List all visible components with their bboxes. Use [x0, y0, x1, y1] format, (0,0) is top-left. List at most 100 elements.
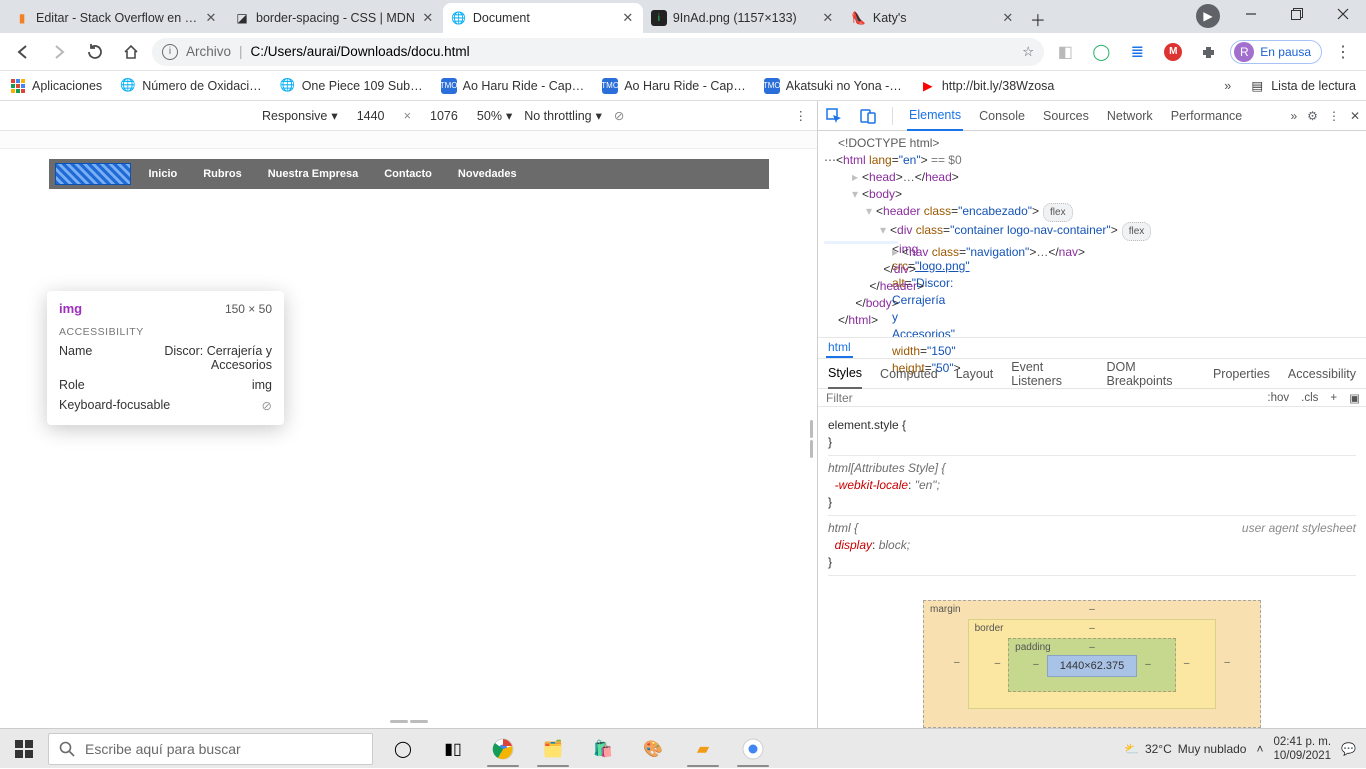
flex-badge[interactable]: flex: [1043, 203, 1073, 222]
info-icon[interactable]: i: [162, 44, 178, 60]
device-mode-icon[interactable]: [858, 106, 878, 126]
maximize-button[interactable]: [1274, 0, 1320, 28]
close-icon[interactable]: ✕: [1001, 11, 1015, 25]
resize-handle-vertical[interactable]: [805, 418, 817, 460]
tab-stackoverflow[interactable]: ▮ Editar - Stack Overflow en esp ✕: [6, 3, 226, 33]
bm-content[interactable]: 1440×62.375: [1047, 655, 1138, 677]
url-bar[interactable]: i Archivo | C:/Users/aurai/Downloads/doc…: [152, 38, 1044, 66]
height-input[interactable]: [423, 107, 465, 125]
stab-a11y[interactable]: Accessibility: [1288, 367, 1356, 381]
media-control-icon[interactable]: ▶: [1196, 4, 1220, 28]
bookmark-item[interactable]: 🌐Número de Oxidaci…: [120, 78, 262, 94]
close-icon[interactable]: ✕: [204, 11, 218, 25]
bookmark-item[interactable]: ▶http://bit.ly/38Wzosa: [920, 78, 1055, 94]
notifications-icon[interactable]: 💬: [1341, 742, 1356, 756]
bm-label: padding: [1015, 642, 1051, 653]
nav-link[interactable]: Nuestra Empresa: [268, 168, 359, 180]
ext-icon-2[interactable]: ◯: [1086, 37, 1116, 67]
menu-button[interactable]: ⋮: [1328, 37, 1358, 67]
new-tab-button[interactable]: ＋: [1023, 5, 1053, 33]
cortana-icon[interactable]: ▮▯: [431, 729, 475, 769]
chrome-icon[interactable]: [481, 729, 525, 769]
star-icon[interactable]: ☆: [1022, 44, 1034, 60]
crumb-html[interactable]: html: [826, 338, 853, 358]
close-devtools-icon[interactable]: ✕: [1350, 109, 1360, 123]
tray-chevron-icon[interactable]: ˄: [1256, 742, 1263, 756]
tab-katys[interactable]: 👠 Katy's ✕: [843, 3, 1023, 33]
nav-link[interactable]: Contacto: [384, 168, 432, 180]
rotate-icon[interactable]: ⊘: [614, 108, 624, 123]
close-icon[interactable]: ✕: [421, 11, 435, 25]
task-view-icon[interactable]: ◯: [381, 729, 425, 769]
breadcrumb: html: [818, 337, 1366, 359]
filter-input[interactable]: [818, 391, 1261, 405]
close-window-button[interactable]: [1320, 0, 1366, 28]
bookmark-item[interactable]: TMOAo Haru Ride - Cap…: [441, 78, 585, 94]
nav-link[interactable]: Rubros: [203, 168, 242, 180]
extensions-icon[interactable]: [1194, 37, 1224, 67]
tab-console[interactable]: Console: [977, 101, 1027, 131]
stab-properties[interactable]: Properties: [1213, 367, 1270, 381]
bookmark-item[interactable]: 🌐One Piece 109 Sub…: [280, 78, 423, 94]
inspect-icon[interactable]: [824, 106, 844, 126]
explorer-icon[interactable]: 🗂️: [531, 729, 575, 769]
reading-list[interactable]: ▤Lista de lectura: [1249, 78, 1356, 94]
profile-badge[interactable]: R En pausa: [1230, 40, 1322, 64]
more-tabs-icon[interactable]: »: [1290, 109, 1297, 123]
stab-layout[interactable]: Layout: [956, 367, 994, 381]
nav-link[interactable]: Inicio: [149, 168, 178, 180]
cls-button[interactable]: .cls: [1295, 392, 1324, 404]
ext-icon-4[interactable]: M: [1158, 37, 1188, 67]
zoom-select[interactable]: 50% ▾: [477, 108, 512, 123]
stab-listeners[interactable]: Event Listeners: [1011, 360, 1088, 388]
kebab-icon[interactable]: ⋮: [1328, 109, 1340, 123]
home-button[interactable]: [116, 37, 146, 67]
tab-sources[interactable]: Sources: [1041, 101, 1091, 131]
tab-imgur[interactable]: i 9InAd.png (1157×133) ✕: [643, 3, 843, 33]
device-kebab[interactable]: ⋮: [795, 108, 808, 123]
flex-badge[interactable]: flex: [1122, 222, 1152, 241]
css-rules[interactable]: element.style { } html[Attributes Style]…: [818, 407, 1366, 582]
bm-border[interactable]: border – – padding – – 1440×62.375 – –: [968, 619, 1217, 709]
chrome2-icon[interactable]: [731, 729, 775, 769]
dom-tree[interactable]: <!DOCTYPE html> ⋯<html lang="en"> == $0 …: [818, 131, 1366, 337]
taskbar-search[interactable]: Escribe aquí para buscar: [48, 733, 373, 765]
tab-mdn[interactable]: ◪ border-spacing - CSS | MDN ✕: [226, 3, 443, 33]
close-icon[interactable]: ✕: [821, 11, 835, 25]
width-input[interactable]: [350, 107, 392, 125]
ext-icon-1[interactable]: ◧: [1050, 37, 1080, 67]
resize-handle-horizontal[interactable]: [388, 716, 430, 726]
bookmark-item[interactable]: TMOAo Haru Ride - Cap…: [602, 78, 746, 94]
tab-network[interactable]: Network: [1105, 101, 1155, 131]
new-rule-button[interactable]: +: [1324, 392, 1343, 404]
throttle-select[interactable]: No throttling ▾: [524, 108, 602, 123]
sublime-icon[interactable]: ▰: [681, 729, 725, 769]
clock[interactable]: 02:41 p. m. 10/09/2021: [1273, 735, 1331, 763]
minimize-button[interactable]: [1228, 0, 1274, 28]
close-icon[interactable]: ✕: [621, 11, 635, 25]
tab-elements[interactable]: Elements: [907, 101, 963, 131]
overflow-bookmarks-icon[interactable]: »: [1224, 79, 1231, 93]
stab-dom-bp[interactable]: DOM Breakpoints: [1107, 360, 1195, 388]
stab-computed[interactable]: Computed: [880, 367, 938, 381]
tab-document[interactable]: 🌐 Document ✕: [443, 3, 643, 33]
nav-link[interactable]: Novedades: [458, 168, 517, 180]
store-icon[interactable]: 🛍️: [581, 729, 625, 769]
tab-performance[interactable]: Performance: [1169, 101, 1245, 131]
hov-button[interactable]: :hov: [1261, 392, 1295, 404]
apps-shortcut[interactable]: Aplicaciones: [10, 78, 102, 94]
gear-icon[interactable]: ⚙: [1307, 109, 1318, 123]
weather-widget[interactable]: ⛅ 32°C Muy nublado: [1124, 742, 1246, 756]
forward-button[interactable]: [44, 37, 74, 67]
bookmark-item[interactable]: TMOAkatsuki no Yona -…: [764, 78, 902, 94]
bm-margin[interactable]: margin – – border – – padding – – 1440×6…: [923, 600, 1261, 728]
reload-button[interactable]: [80, 37, 110, 67]
back-button[interactable]: [8, 37, 38, 67]
app-icon[interactable]: 🎨: [631, 729, 675, 769]
stab-styles[interactable]: Styles: [828, 359, 862, 389]
bm-padding[interactable]: padding – – 1440×62.375 –: [1008, 638, 1176, 692]
sidebar-toggle-icon[interactable]: ▣: [1343, 391, 1366, 405]
device-select[interactable]: Responsive ▾: [262, 108, 338, 123]
ext-icon-3[interactable]: ≣: [1122, 37, 1152, 67]
start-button[interactable]: [0, 729, 48, 769]
